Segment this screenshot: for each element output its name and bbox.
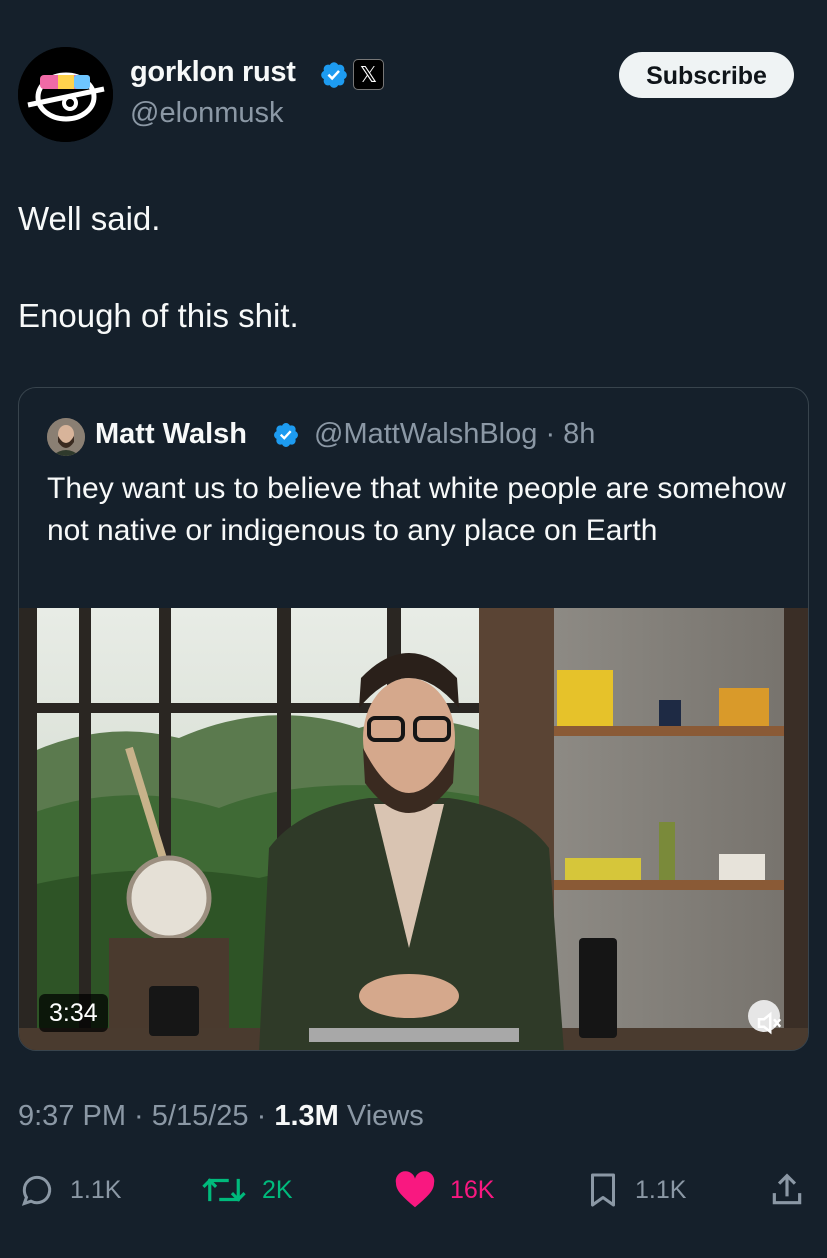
like-button[interactable]: 16K — [394, 1170, 494, 1210]
share-button[interactable] — [768, 1170, 820, 1210]
quoted-tweet-age[interactable]: 8h — [563, 418, 595, 450]
quoted-author-avatar[interactable] — [47, 418, 85, 456]
views-count: 1.3M — [274, 1100, 339, 1132]
tweet-meta: 9:37 PM · 5/15/25 · 1.3M Views — [18, 1100, 424, 1133]
subscribe-button[interactable]: Subscribe — [619, 52, 794, 98]
video-thumbnail — [19, 608, 808, 1050]
tweet-text-line-2: Enough of this shit. — [18, 297, 299, 334]
separator-dot: · — [248, 1100, 275, 1132]
quoted-tweet-text: They want us to believe that white peopl… — [47, 472, 786, 547]
quoted-author-name[interactable]: Matt Walsh — [95, 418, 247, 451]
repost-button[interactable]: 2K — [200, 1170, 293, 1210]
mute-icon[interactable] — [754, 1008, 784, 1038]
bookmark-button[interactable]: 1.1K — [585, 1170, 686, 1210]
separator-dot: · — [126, 1100, 152, 1132]
bookmark-icon — [591, 1173, 615, 1207]
author-name[interactable]: gorklon rust — [130, 56, 296, 89]
author-avatar[interactable] — [18, 47, 113, 142]
tweet-date[interactable]: 5/15/25 — [152, 1100, 249, 1132]
bookmark-count: 1.1K — [635, 1175, 687, 1204]
tweet-time[interactable]: 9:37 PM — [18, 1100, 126, 1132]
quoted-author-handle-and-age[interactable]: @MattWalshBlog · 8h — [314, 418, 595, 451]
share-icon — [772, 1173, 802, 1205]
verified-badge-icon — [274, 423, 298, 447]
quoted-author-handle[interactable]: @MattWalshBlog — [314, 418, 537, 450]
x-affiliation-badge: 𝕏 — [353, 59, 384, 90]
author-handle[interactable]: @elonmusk — [130, 97, 284, 130]
heart-icon — [395, 1171, 435, 1208]
reply-count: 1.1K — [70, 1175, 122, 1204]
reply-icon — [21, 1175, 52, 1206]
quoted-tweet-card[interactable]: Matt Walsh @MattWalshBlog · 8h They want… — [18, 387, 809, 1051]
verified-badge-icon — [321, 62, 347, 88]
separator-dot: · — [537, 418, 564, 450]
video-duration: 3:34 — [39, 994, 108, 1032]
tweet-text-line-1: Well said. — [18, 200, 161, 237]
reply-button[interactable]: 1.1K — [18, 1170, 121, 1210]
repost-icon — [202, 1178, 246, 1202]
views-label: Views — [346, 1100, 424, 1132]
like-count: 16K — [450, 1175, 495, 1204]
repost-count: 2K — [262, 1175, 293, 1204]
video-player[interactable]: 3:34 — [19, 608, 808, 1050]
